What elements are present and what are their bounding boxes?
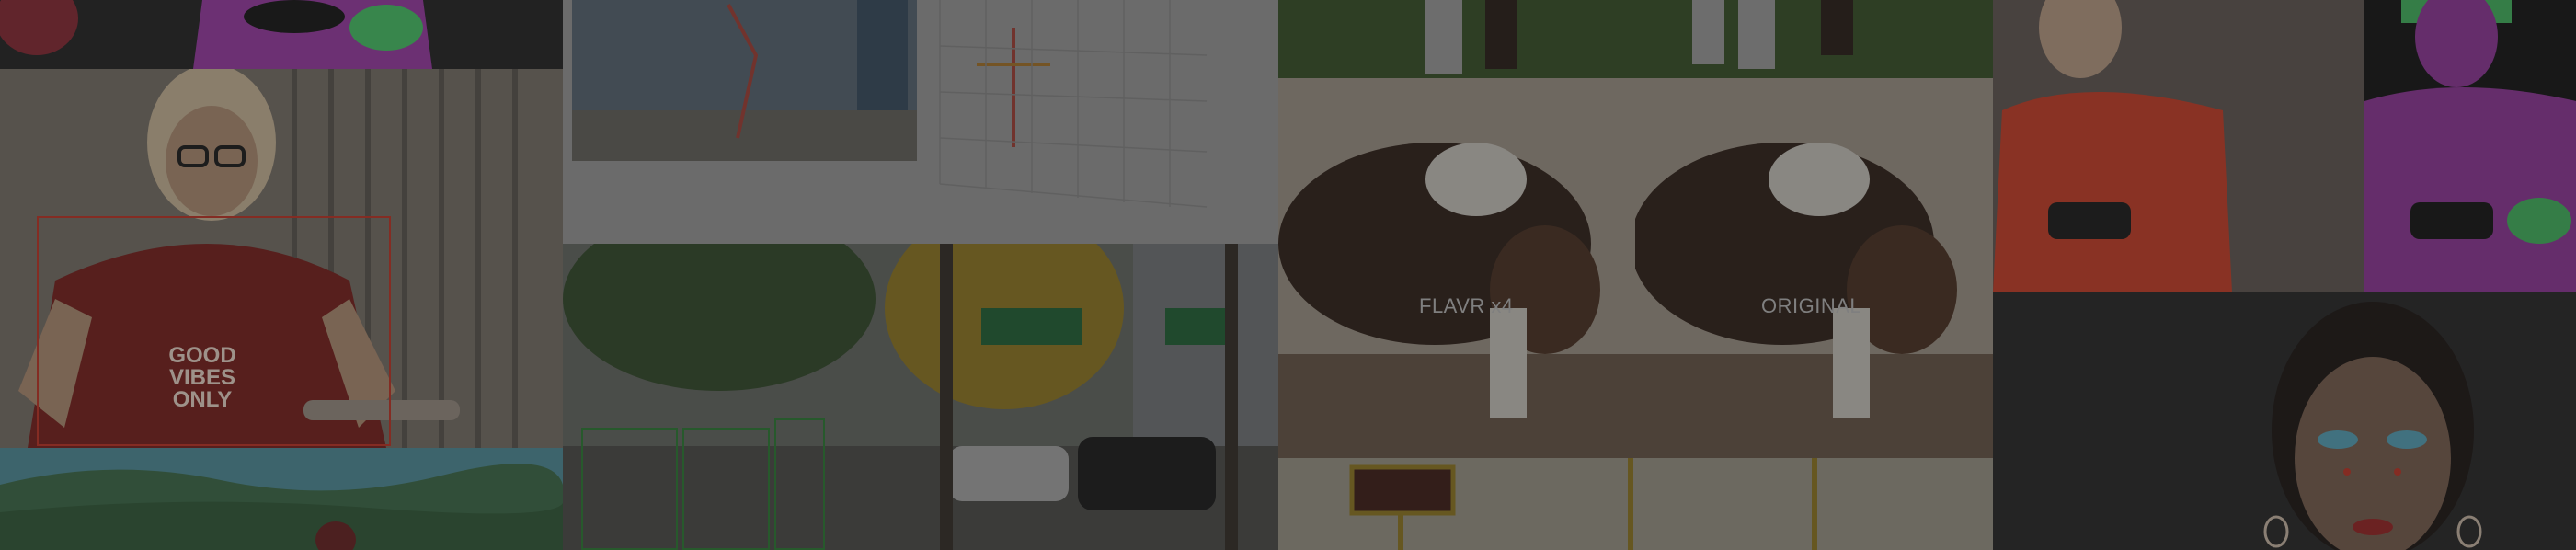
tracking-box bbox=[581, 428, 678, 550]
landscape-icon bbox=[0, 448, 563, 550]
shirt-line-1: GOOD bbox=[168, 343, 236, 368]
tracking-box bbox=[682, 428, 770, 550]
puppy-interpolated-icon bbox=[1278, 78, 1635, 458]
landscape-thumbnail bbox=[0, 448, 563, 550]
pose-estimation-icon bbox=[563, 0, 1278, 244]
shirt-line-2: VIBES bbox=[168, 365, 236, 390]
segmentation-figure-icon bbox=[0, 0, 563, 69]
pose-estimation-panel bbox=[563, 0, 1278, 244]
scene-bottom-thumbnail bbox=[1278, 458, 1993, 550]
flavr-interpolated-frame: FLAVR x4 bbox=[1278, 78, 1635, 458]
puppy-original-icon bbox=[1635, 78, 1993, 458]
segmentation-mask-thumbnail bbox=[2364, 0, 2576, 292]
dog-legs-icon bbox=[1278, 0, 1993, 78]
segmentation-thumbnail-top bbox=[0, 0, 563, 69]
original-frame: ORIGINAL bbox=[1635, 78, 1993, 458]
portrait-controller-thumbnail bbox=[1993, 0, 2364, 292]
person-controller-icon bbox=[1993, 0, 2364, 292]
original-caption: ORIGINAL bbox=[1761, 294, 1862, 317]
shirt-print: GOOD VIBES ONLY bbox=[138, 345, 267, 411]
image-mosaic-banner: GOOD VIBES ONLY FLAVR x4 ORIGINAL bbox=[0, 0, 2576, 550]
makeup-transfer-portrait-thumbnail bbox=[1993, 292, 2576, 550]
video-frame-grass-thumbnail bbox=[1278, 0, 1993, 78]
makeup-face-icon bbox=[1993, 292, 2576, 550]
interpolated-caption: FLAVR x4 bbox=[1419, 294, 1514, 317]
segmentation-mask-icon bbox=[2364, 0, 2576, 292]
shirt-line-3: ONLY bbox=[172, 387, 233, 412]
signboard-icon bbox=[1278, 458, 1993, 550]
tracking-box bbox=[774, 418, 825, 550]
multi-object-tracking-street-thumbnail bbox=[563, 244, 1278, 550]
object-detection-person-thumbnail: GOOD VIBES ONLY bbox=[0, 69, 563, 448]
